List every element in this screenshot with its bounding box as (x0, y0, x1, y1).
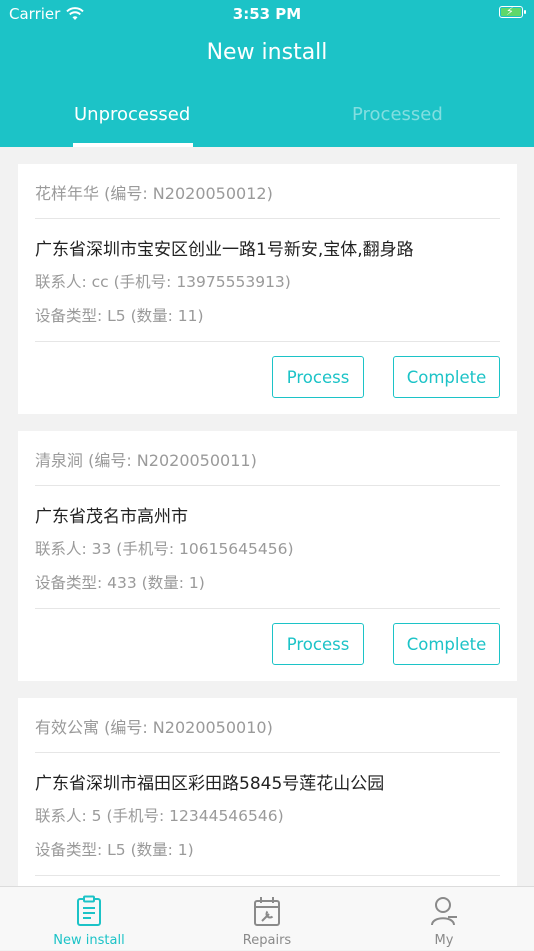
order-card: 清泉涧 (编号: N2020050011) 广东省茂名市高州市 联系人: 33 … (18, 431, 517, 681)
order-contact: 联系人: 5 (手机号: 12344546546) (35, 807, 284, 825)
repairs-calendar-icon (254, 897, 280, 926)
divider (35, 485, 500, 486)
person-icon (431, 897, 457, 926)
tabbar-label: New install (53, 933, 125, 948)
clipboard-icon (77, 895, 101, 926)
tab-processed[interactable]: Processed (352, 104, 443, 125)
order-card: 有效公寓 (编号: N2020050010) 广东省深圳市福田区彩田路5845号… (18, 698, 517, 887)
tabbar-item-repairs[interactable]: Repairs (207, 887, 327, 951)
clock: 3:53 PM (232, 5, 302, 23)
complete-button[interactable]: Complete (393, 623, 500, 665)
order-header: 花样年华 (编号: N2020050012) (35, 184, 273, 203)
process-button[interactable]: Process (272, 623, 364, 665)
page-title: New install (206, 40, 328, 65)
divider (35, 875, 500, 876)
order-address: 广东省深圳市福田区彩田路5845号莲花山公园 (35, 774, 385, 794)
order-device: 设备类型: L5 (数量: 11) (35, 307, 204, 325)
bottom-tab-bar: New install Repairs My (0, 886, 534, 950)
order-address: 广东省深圳市宝安区创业一路1号新安,宝体,翻身路 (35, 240, 414, 260)
divider (35, 608, 500, 609)
tab-unprocessed[interactable]: Unprocessed (74, 104, 190, 125)
battery-icon: ⚡ (499, 5, 526, 18)
complete-button[interactable]: Complete (393, 356, 500, 398)
app-header: Carrier 3:53 PM ⚡ New install Unprocesse… (0, 0, 534, 147)
status-bar: Carrier 3:53 PM ⚡ (0, 0, 534, 28)
order-contact: 联系人: 33 (手机号: 10615645456) (35, 540, 294, 558)
order-contact: 联系人: cc (手机号: 13975553913) (35, 273, 291, 291)
tabbar-item-new-install[interactable]: New install (29, 887, 149, 951)
order-device: 设备类型: 433 (数量: 1) (35, 574, 205, 592)
divider (35, 218, 500, 219)
order-card: 花样年华 (编号: N2020050012) 广东省深圳市宝安区创业一路1号新安… (18, 164, 517, 414)
tabbar-label: My (434, 933, 454, 948)
order-address: 广东省茂名市高州市 (35, 507, 188, 527)
tabbar-item-my[interactable]: My (384, 887, 504, 951)
tabbar-label: Repairs (242, 933, 292, 948)
divider (35, 341, 500, 342)
order-header: 清泉涧 (编号: N2020050011) (35, 451, 257, 470)
divider (35, 752, 500, 753)
process-button[interactable]: Process (272, 356, 364, 398)
order-header: 有效公寓 (编号: N2020050010) (35, 718, 273, 737)
install-order-list[interactable]: 花样年华 (编号: N2020050012) 广东省深圳市宝安区创业一路1号新安… (0, 147, 534, 887)
segment-tabs: Unprocessed Processed (0, 100, 534, 147)
order-device: 设备类型: L5 (数量: 1) (35, 841, 194, 859)
